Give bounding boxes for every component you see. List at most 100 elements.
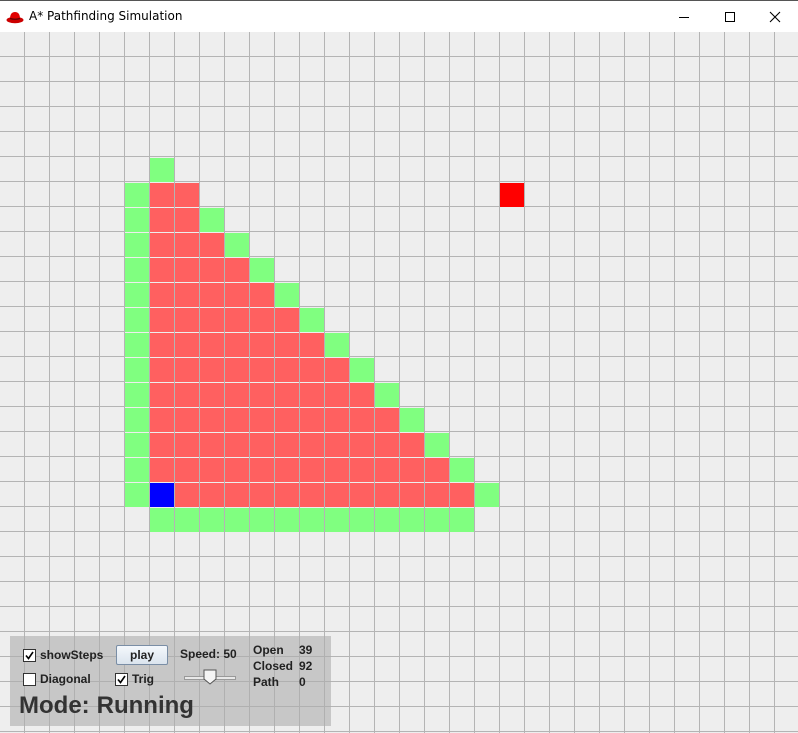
closed-cell[interactable] <box>150 308 174 332</box>
closed-cell[interactable] <box>150 408 174 432</box>
open-cell[interactable] <box>425 508 449 532</box>
closed-cell[interactable] <box>400 458 424 482</box>
closed-cell[interactable] <box>275 333 299 357</box>
open-cell[interactable] <box>175 508 199 532</box>
closed-cell[interactable] <box>200 258 224 282</box>
closed-cell[interactable] <box>150 283 174 307</box>
open-cell[interactable] <box>125 308 149 332</box>
open-cell[interactable] <box>325 508 349 532</box>
open-cell[interactable] <box>450 458 474 482</box>
open-cell[interactable] <box>225 508 249 532</box>
goal-cell[interactable] <box>500 183 524 207</box>
diagonal-checkbox-box[interactable] <box>23 672 36 686</box>
closed-cell[interactable] <box>175 258 199 282</box>
closed-cell[interactable] <box>200 333 224 357</box>
closed-cell[interactable] <box>250 283 274 307</box>
open-cell[interactable] <box>200 508 224 532</box>
closed-cell[interactable] <box>175 183 199 207</box>
closed-cell[interactable] <box>300 408 324 432</box>
closed-cell[interactable] <box>250 333 274 357</box>
closed-cell[interactable] <box>150 183 174 207</box>
closed-cell[interactable] <box>350 458 374 482</box>
closed-cell[interactable] <box>150 258 174 282</box>
open-cell[interactable] <box>325 333 349 357</box>
closed-cell[interactable] <box>250 433 274 457</box>
speed-slider-thumb[interactable] <box>203 669 217 685</box>
closed-cell[interactable] <box>425 483 449 507</box>
closed-cell[interactable] <box>200 358 224 382</box>
open-cell[interactable] <box>400 408 424 432</box>
closed-cell[interactable] <box>450 483 474 507</box>
open-cell[interactable] <box>125 183 149 207</box>
open-cell[interactable] <box>125 258 149 282</box>
closed-cell[interactable] <box>375 483 399 507</box>
open-cell[interactable] <box>375 508 399 532</box>
closed-cell[interactable] <box>350 483 374 507</box>
closed-cell[interactable] <box>225 433 249 457</box>
open-cell[interactable] <box>375 383 399 407</box>
closed-cell[interactable] <box>325 483 349 507</box>
closed-cell[interactable] <box>250 408 274 432</box>
closed-cell[interactable] <box>250 308 274 332</box>
simulation-grid[interactable] <box>0 32 798 733</box>
closed-cell[interactable] <box>200 433 224 457</box>
closed-cell[interactable] <box>325 408 349 432</box>
closed-cell[interactable] <box>175 233 199 257</box>
open-cell[interactable] <box>125 408 149 432</box>
closed-cell[interactable] <box>150 233 174 257</box>
show-steps-checkbox-box[interactable] <box>23 648 36 662</box>
closed-cell[interactable] <box>300 333 324 357</box>
open-cell[interactable] <box>125 208 149 232</box>
open-cell[interactable] <box>125 283 149 307</box>
closed-cell[interactable] <box>325 358 349 382</box>
open-cell[interactable] <box>150 158 174 182</box>
closed-cell[interactable] <box>175 383 199 407</box>
closed-cell[interactable] <box>175 483 199 507</box>
closed-cell[interactable] <box>350 383 374 407</box>
closed-cell[interactable] <box>375 458 399 482</box>
closed-cell[interactable] <box>200 383 224 407</box>
closed-cell[interactable] <box>150 433 174 457</box>
trig-checkbox[interactable]: Trig <box>115 672 154 686</box>
closed-cell[interactable] <box>175 433 199 457</box>
closed-cell[interactable] <box>250 383 274 407</box>
closed-cell[interactable] <box>175 283 199 307</box>
open-cell[interactable] <box>300 508 324 532</box>
open-cell[interactable] <box>125 383 149 407</box>
closed-cell[interactable] <box>200 408 224 432</box>
closed-cell[interactable] <box>150 383 174 407</box>
closed-cell[interactable] <box>275 358 299 382</box>
open-cell[interactable] <box>250 258 274 282</box>
closed-cell[interactable] <box>350 433 374 457</box>
closed-cell[interactable] <box>300 483 324 507</box>
open-cell[interactable] <box>125 483 149 507</box>
closed-cell[interactable] <box>250 458 274 482</box>
closed-cell[interactable] <box>200 308 224 332</box>
closed-cell[interactable] <box>250 358 274 382</box>
open-cell[interactable] <box>275 508 299 532</box>
closed-cell[interactable] <box>350 408 374 432</box>
closed-cell[interactable] <box>275 483 299 507</box>
closed-cell[interactable] <box>400 433 424 457</box>
open-cell[interactable] <box>250 508 274 532</box>
open-cell[interactable] <box>200 208 224 232</box>
open-cell[interactable] <box>275 283 299 307</box>
closed-cell[interactable] <box>300 433 324 457</box>
start-cell[interactable] <box>150 483 174 507</box>
closed-cell[interactable] <box>300 458 324 482</box>
open-cell[interactable] <box>425 433 449 457</box>
closed-cell[interactable] <box>275 433 299 457</box>
closed-cell[interactable] <box>300 383 324 407</box>
closed-cell[interactable] <box>225 383 249 407</box>
closed-cell[interactable] <box>150 208 174 232</box>
trig-checkbox-box[interactable] <box>115 672 128 686</box>
closed-cell[interactable] <box>300 358 324 382</box>
closed-cell[interactable] <box>375 433 399 457</box>
open-cell[interactable] <box>150 508 174 532</box>
closed-cell[interactable] <box>150 458 174 482</box>
open-cell[interactable] <box>300 308 324 332</box>
closed-cell[interactable] <box>175 408 199 432</box>
closed-cell[interactable] <box>175 458 199 482</box>
closed-cell[interactable] <box>275 408 299 432</box>
closed-cell[interactable] <box>275 458 299 482</box>
